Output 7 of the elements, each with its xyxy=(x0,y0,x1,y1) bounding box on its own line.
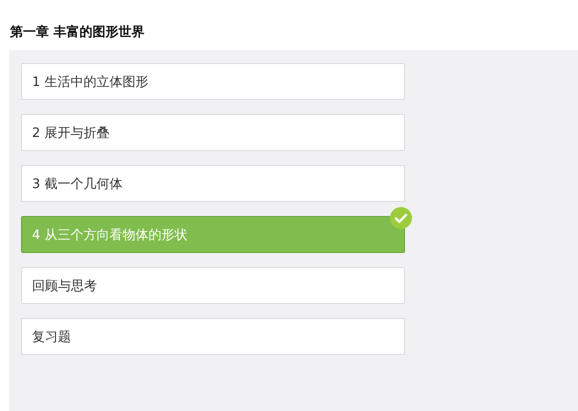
lesson-item[interactable]: 2 展开与折叠 xyxy=(21,114,405,151)
check-icon xyxy=(390,207,412,229)
chapter-title: 第一章 丰富的图形世界 xyxy=(9,24,146,42)
lesson-item[interactable]: 1 生活中的立体图形 xyxy=(21,63,405,100)
lesson-item[interactable]: 回顾与思考 xyxy=(21,267,405,304)
lesson-item[interactable]: 复习题 xyxy=(21,318,405,355)
lesson-item[interactable]: 3 截一个几何体 xyxy=(21,165,405,202)
